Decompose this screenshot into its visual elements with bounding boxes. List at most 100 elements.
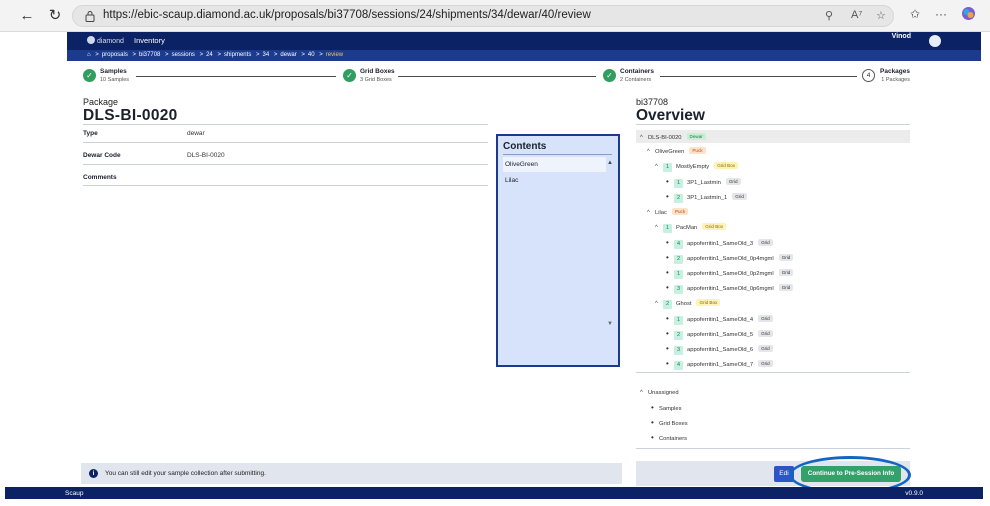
more-menu-icon[interactable]: ··· [935, 7, 947, 21]
tree-grid[interactable]: • 3 appoferritin1_SameOld_6 Grid [666, 345, 773, 358]
url-text: https://ebic-scaup.diamond.ac.uk/proposa… [103, 9, 591, 21]
divider [636, 124, 910, 125]
tree-gridbox[interactable]: ^ 2 Ghost Grid Box [655, 299, 721, 312]
breadcrumb: ⌂ > proposals > bi37708 > sessions >24 > shi… [67, 50, 981, 61]
chevron-up-icon[interactable]: ^ [655, 301, 663, 307]
inventory-link[interactable]: Inventory [134, 36, 165, 45]
type-badge: Grid [778, 254, 794, 261]
chevron-up-icon[interactable]: ^ [655, 225, 663, 231]
overview-title: Overview [636, 107, 705, 124]
zoom-icon[interactable]: ⚲ [825, 9, 833, 22]
browser-toolbar: ← ↻ https://ebic-scaup.diamond.ac.uk/pro… [0, 0, 990, 32]
position-number: 1 [674, 179, 683, 188]
app-header: diamond Inventory Vinod [67, 32, 981, 50]
check-icon: ✓ [83, 69, 96, 82]
favorites-icon[interactable]: ✩ [910, 7, 920, 21]
tree-dewar[interactable]: ^ DLS-BI-0020 Dewar [636, 130, 910, 143]
tree-label: Ghost [676, 301, 692, 307]
step-connector [136, 76, 336, 77]
tree-gridbox[interactable]: ^ 1 PacMan Grid Box [655, 223, 727, 236]
app-name: Scaup [65, 490, 84, 497]
step-containers[interactable]: ✓ Containers 2 Containers [603, 67, 723, 87]
copilot-icon[interactable] [961, 6, 976, 24]
diamond-logo[interactable]: diamond [87, 36, 124, 45]
logo-text: diamond [97, 38, 124, 45]
type-badge: Grid [778, 269, 794, 276]
tree-label: Containers [659, 436, 688, 442]
tree-gridbox[interactable]: ^ 1 MostlyEmpty Grid Box [655, 162, 739, 175]
tree-grid[interactable]: • 2 3P1_Lastmin_1 Grid [666, 193, 747, 206]
bullet-icon: • [666, 177, 669, 186]
tree-grid[interactable]: • 3 appoferritin1_SameOld_0p6mgml Grid [666, 284, 794, 297]
breadcrumb-review: review [325, 52, 344, 58]
divider [83, 142, 488, 143]
position-number: 1 [663, 163, 672, 172]
breadcrumb-proposals[interactable]: proposals [102, 52, 128, 58]
address-bar[interactable]: https://ebic-scaup.diamond.ac.uk/proposa… [72, 5, 894, 27]
check-icon: ✓ [343, 69, 356, 82]
step-subtitle: 3 Grid Boxes [360, 77, 392, 83]
dewar-code-value: DLS-BI-0020 [187, 152, 225, 159]
divider [636, 372, 910, 373]
breadcrumb-proposal-id[interactable]: bi37708 [139, 52, 160, 58]
tree-grid[interactable]: • 1 appoferritin1_SameOld_4 Grid [666, 315, 773, 328]
breadcrumb-shipment-id[interactable]: 34 [263, 52, 270, 58]
contents-item-lilac[interactable]: Lilac [503, 173, 606, 188]
breadcrumb-session-id[interactable]: 24 [206, 52, 213, 58]
position-number: 4 [674, 240, 683, 249]
breadcrumb-shipments[interactable]: shipments [224, 52, 251, 58]
read-aloud-icon[interactable]: A⁷ [851, 9, 862, 21]
tree-unassigned-item[interactable]: • Grid Boxes [651, 419, 688, 433]
position-number: 1 [674, 270, 683, 279]
bullet-icon: • [651, 403, 654, 412]
bullet-icon: • [666, 329, 669, 338]
chevron-up-icon[interactable]: ^ [647, 210, 655, 216]
step-packages[interactable]: 4 Packages 1 Packages [862, 67, 910, 87]
tree-label: appoferritin1_SameOld_0p4mgml [687, 256, 774, 262]
avatar[interactable] [929, 35, 941, 47]
tree-grid[interactable]: • 1 appoferritin1_SameOld_0p2mgml Grid [666, 269, 794, 282]
position-number: 3 [674, 285, 683, 294]
home-icon[interactable]: ⌂ [87, 52, 91, 58]
scroll-down-icon[interactable]: ▼ [607, 321, 613, 327]
breadcrumb-dewar[interactable]: dewar [280, 52, 296, 58]
type-badge: Grid Box [702, 223, 727, 230]
breadcrumb-sessions[interactable]: sessions [172, 52, 195, 58]
chevron-up-icon[interactable]: ^ [647, 149, 655, 155]
chevron-up-icon[interactable]: ^ [640, 135, 648, 141]
position-number: 2 [674, 255, 683, 264]
tree-grid[interactable]: • 4 appoferritin1_SameOld_3 Grid [666, 239, 773, 252]
package-label: Package [83, 97, 119, 107]
tree-label: Grid Boxes [659, 421, 688, 427]
tree-puck[interactable]: ^ Lilac Puck [647, 208, 689, 221]
divider [83, 124, 488, 125]
chevron-up-icon[interactable]: ^ [655, 164, 663, 170]
breadcrumb-dewar-id[interactable]: 40 [308, 52, 315, 58]
tree-unassigned-item[interactable]: • Containers [651, 434, 688, 448]
position-number: 1 [674, 316, 683, 325]
tree-puck[interactable]: ^ OliveGreen Puck [647, 147, 706, 160]
info-text: You can still edit your sample collectio… [105, 470, 266, 477]
step-title: Containers [620, 68, 654, 75]
type-badge: Grid [758, 315, 773, 322]
tree-grid[interactable]: • 2 appoferritin1_SameOld_0p4mgml Grid [666, 254, 794, 267]
info-icon: i [89, 469, 98, 478]
step-connector [398, 76, 596, 77]
tree-label: Unassigned [648, 390, 679, 396]
back-arrow-icon[interactable]: ← [18, 7, 36, 25]
step-grid-boxes[interactable]: ✓ Grid Boxes 3 Grid Boxes [343, 67, 463, 87]
tree-unassigned[interactable]: ^ Unassigned [640, 390, 679, 403]
bullet-icon: • [666, 359, 669, 368]
footer: Scaup v0.9.0 [0, 487, 990, 506]
step-samples[interactable]: ✓ Samples 10 Samples [83, 67, 203, 87]
diamond-logo-icon [87, 36, 95, 44]
type-badge: Grid Box [714, 162, 739, 169]
contents-item-olivegreen[interactable]: OliveGreen [503, 157, 606, 172]
refresh-icon[interactable]: ↻ [46, 7, 64, 25]
chevron-up-icon[interactable]: ^ [640, 390, 648, 396]
tree-grid[interactable]: • 2 appoferritin1_SameOld_5 Grid [666, 330, 773, 343]
tree-grid[interactable]: • 1 3P1_Lastmin Grid [666, 178, 741, 191]
favorite-star-icon[interactable]: ☆ [876, 9, 886, 22]
tree-unassigned-item[interactable]: • Samples [651, 403, 682, 418]
scroll-up-icon[interactable]: ▲ [607, 160, 613, 166]
